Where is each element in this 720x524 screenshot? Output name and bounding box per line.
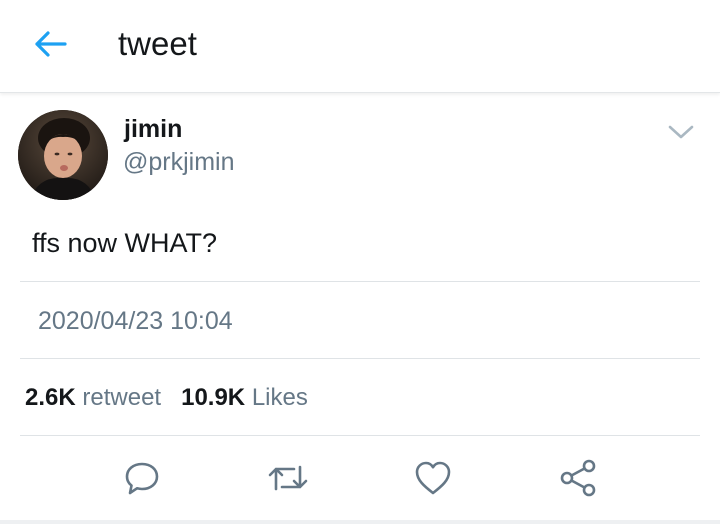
- tweet-menu-button[interactable]: [664, 118, 698, 146]
- reply-button[interactable]: [122, 458, 162, 498]
- retweet-label: retweet: [82, 384, 162, 411]
- like-button[interactable]: [413, 458, 453, 498]
- share-icon: [558, 458, 598, 498]
- divider: [20, 281, 700, 282]
- avatar-image: [18, 110, 108, 200]
- chevron-down-icon: [668, 124, 694, 140]
- retweet-icon: [267, 459, 309, 497]
- back-button[interactable]: [28, 26, 72, 62]
- arrow-left-icon: [33, 31, 67, 57]
- tweet-text: ffs now WHAT?: [32, 228, 218, 258]
- divider: [20, 435, 700, 436]
- reply-icon: [123, 459, 161, 497]
- share-button[interactable]: [558, 458, 598, 498]
- retweet-count: 2.6K: [25, 384, 76, 411]
- retweet-stat[interactable]: 2.6K retweet: [25, 384, 161, 411]
- likes-label: Likes: [251, 384, 308, 411]
- likes-stat[interactable]: 10.9K Likes: [181, 384, 308, 411]
- avatar[interactable]: [18, 110, 108, 200]
- author-handle[interactable]: @prkjimin: [123, 147, 235, 177]
- tweet-timestamp: 2020/04/23 10:04: [38, 307, 233, 335]
- bottom-divider: [0, 520, 720, 524]
- tweet-stats: 2.6K retweet 10.9K Likes: [25, 383, 308, 413]
- page-title: tweet: [118, 25, 197, 62]
- divider: [20, 358, 700, 359]
- author-name[interactable]: jimin: [124, 114, 182, 144]
- heart-icon: [414, 460, 452, 496]
- retweet-button[interactable]: [268, 458, 308, 498]
- top-bar: tweet: [0, 0, 720, 93]
- likes-count: 10.9K: [181, 384, 246, 411]
